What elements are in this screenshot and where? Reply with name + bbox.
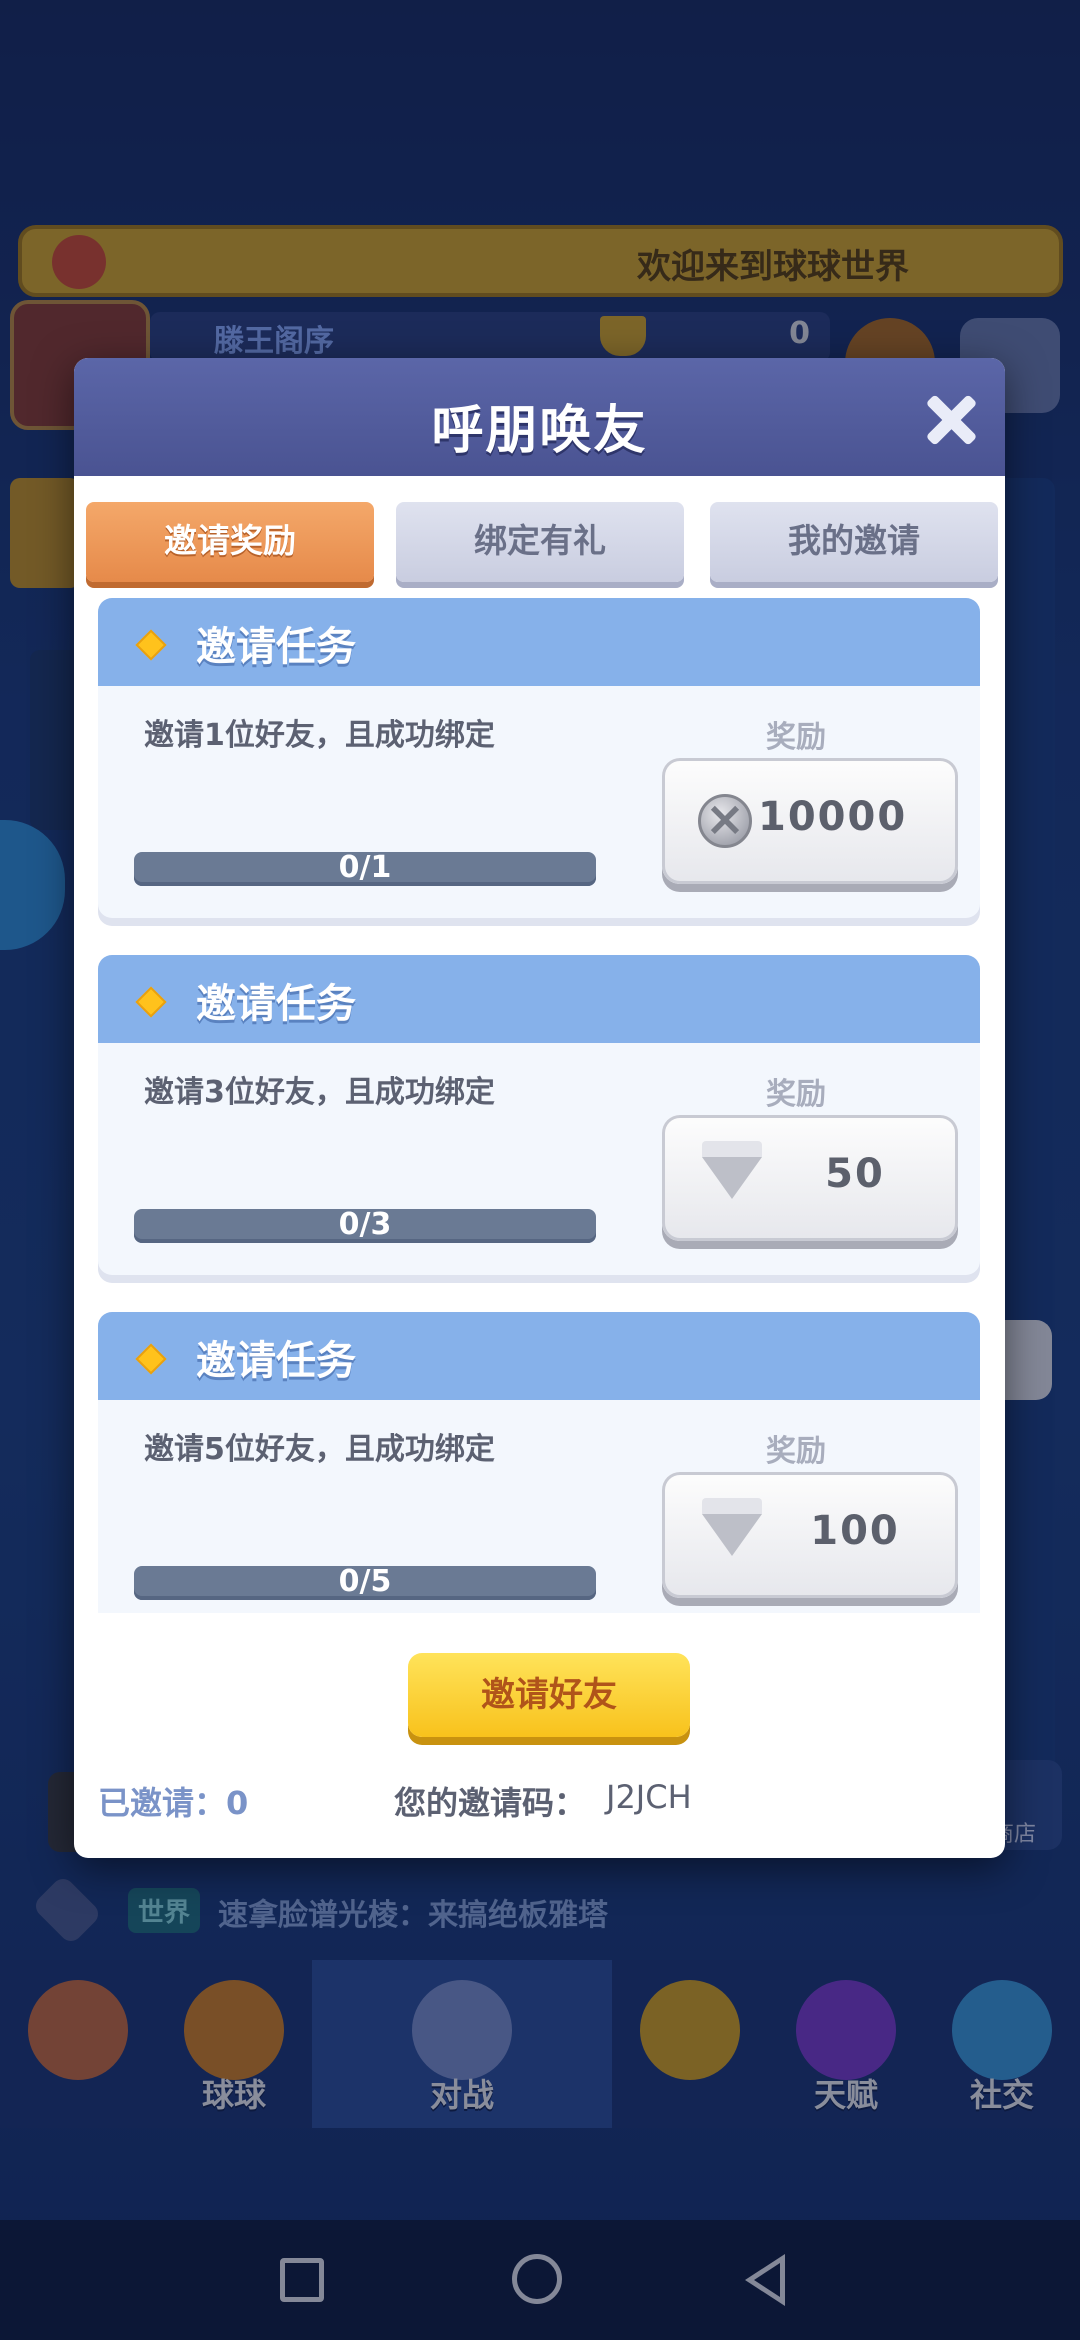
task-description: 邀请1位好友，且成功绑定 — [144, 718, 495, 753]
task-title: 邀请任务 — [196, 981, 356, 1027]
coin-icon — [698, 791, 752, 848]
progress-text: 0/3 — [338, 1207, 392, 1242]
reward-button[interactable]: 10000 — [662, 758, 958, 884]
progress-bar: 0/3 — [134, 1207, 596, 1243]
task-card: 邀请任务 邀请3位好友，且成功绑定 奖励 0/3 50 — [98, 955, 980, 1275]
task-header: 邀请任务 — [98, 1312, 980, 1400]
tab-bind-gift[interactable]: 绑定有礼 — [396, 502, 684, 582]
task-description: 邀请5位好友，且成功绑定 — [144, 1432, 495, 1467]
invited-count: 已邀请：0 — [98, 1784, 249, 1822]
task-description: 邀请3位好友，且成功绑定 — [144, 1075, 495, 1110]
progress-text: 0/1 — [338, 850, 392, 885]
task-title: 邀请任务 — [196, 1338, 356, 1384]
tab-my-invites[interactable]: 我的邀请 — [710, 502, 998, 582]
dialog-header: 呼朋唤友 — [74, 358, 1005, 476]
task-header: 邀请任务 — [98, 598, 980, 686]
invite-code-label: 您的邀请码： — [394, 1784, 587, 1822]
task-card: 邀请任务 邀请5位好友，且成功绑定 奖励 0/5 100 — [98, 1312, 980, 1613]
reward-button[interactable]: 100 — [662, 1472, 958, 1598]
progress-text: 0/5 — [338, 1564, 392, 1599]
task-header: 邀请任务 — [98, 955, 980, 1043]
diamond-icon — [702, 1498, 762, 1556]
task-title: 邀请任务 — [196, 624, 356, 670]
dialog-title: 呼朋唤友 — [431, 401, 648, 461]
reward-amount: 100 — [810, 1508, 900, 1554]
tab-bar: 邀请奖励 绑定有礼 我的邀请 — [74, 476, 1005, 582]
invite-friends-dialog: 呼朋唤友 邀请奖励 绑定有礼 我的邀请 邀请任务 邀请1位好友，且成功绑定 奖励… — [74, 358, 1005, 1858]
gem-icon — [135, 1343, 167, 1375]
reward-label: 奖励 — [766, 1077, 826, 1112]
diamond-icon — [702, 1141, 762, 1199]
reward-label: 奖励 — [766, 1434, 826, 1469]
reward-amount: 10000 — [758, 794, 908, 840]
progress-bar: 0/5 — [134, 1564, 596, 1600]
reward-button[interactable]: 50 — [662, 1115, 958, 1241]
close-icon[interactable] — [923, 392, 979, 448]
task-card: 邀请任务 邀请1位好友，且成功绑定 奖励 0/1 10000 — [98, 598, 980, 918]
progress-bar: 0/1 — [134, 850, 596, 886]
reward-label: 奖励 — [766, 720, 826, 755]
invite-code[interactable]: J2JCH — [606, 1778, 692, 1816]
gem-icon — [135, 629, 167, 661]
invite-friends-button[interactable]: 邀请好友 — [408, 1653, 690, 1737]
gem-icon — [135, 986, 167, 1018]
tab-invite-rewards[interactable]: 邀请奖励 — [86, 502, 374, 582]
reward-amount: 50 — [825, 1151, 885, 1197]
task-list[interactable]: 邀请任务 邀请1位好友，且成功绑定 奖励 0/1 10000 邀请任务 邀请3位… — [74, 598, 1005, 1613]
